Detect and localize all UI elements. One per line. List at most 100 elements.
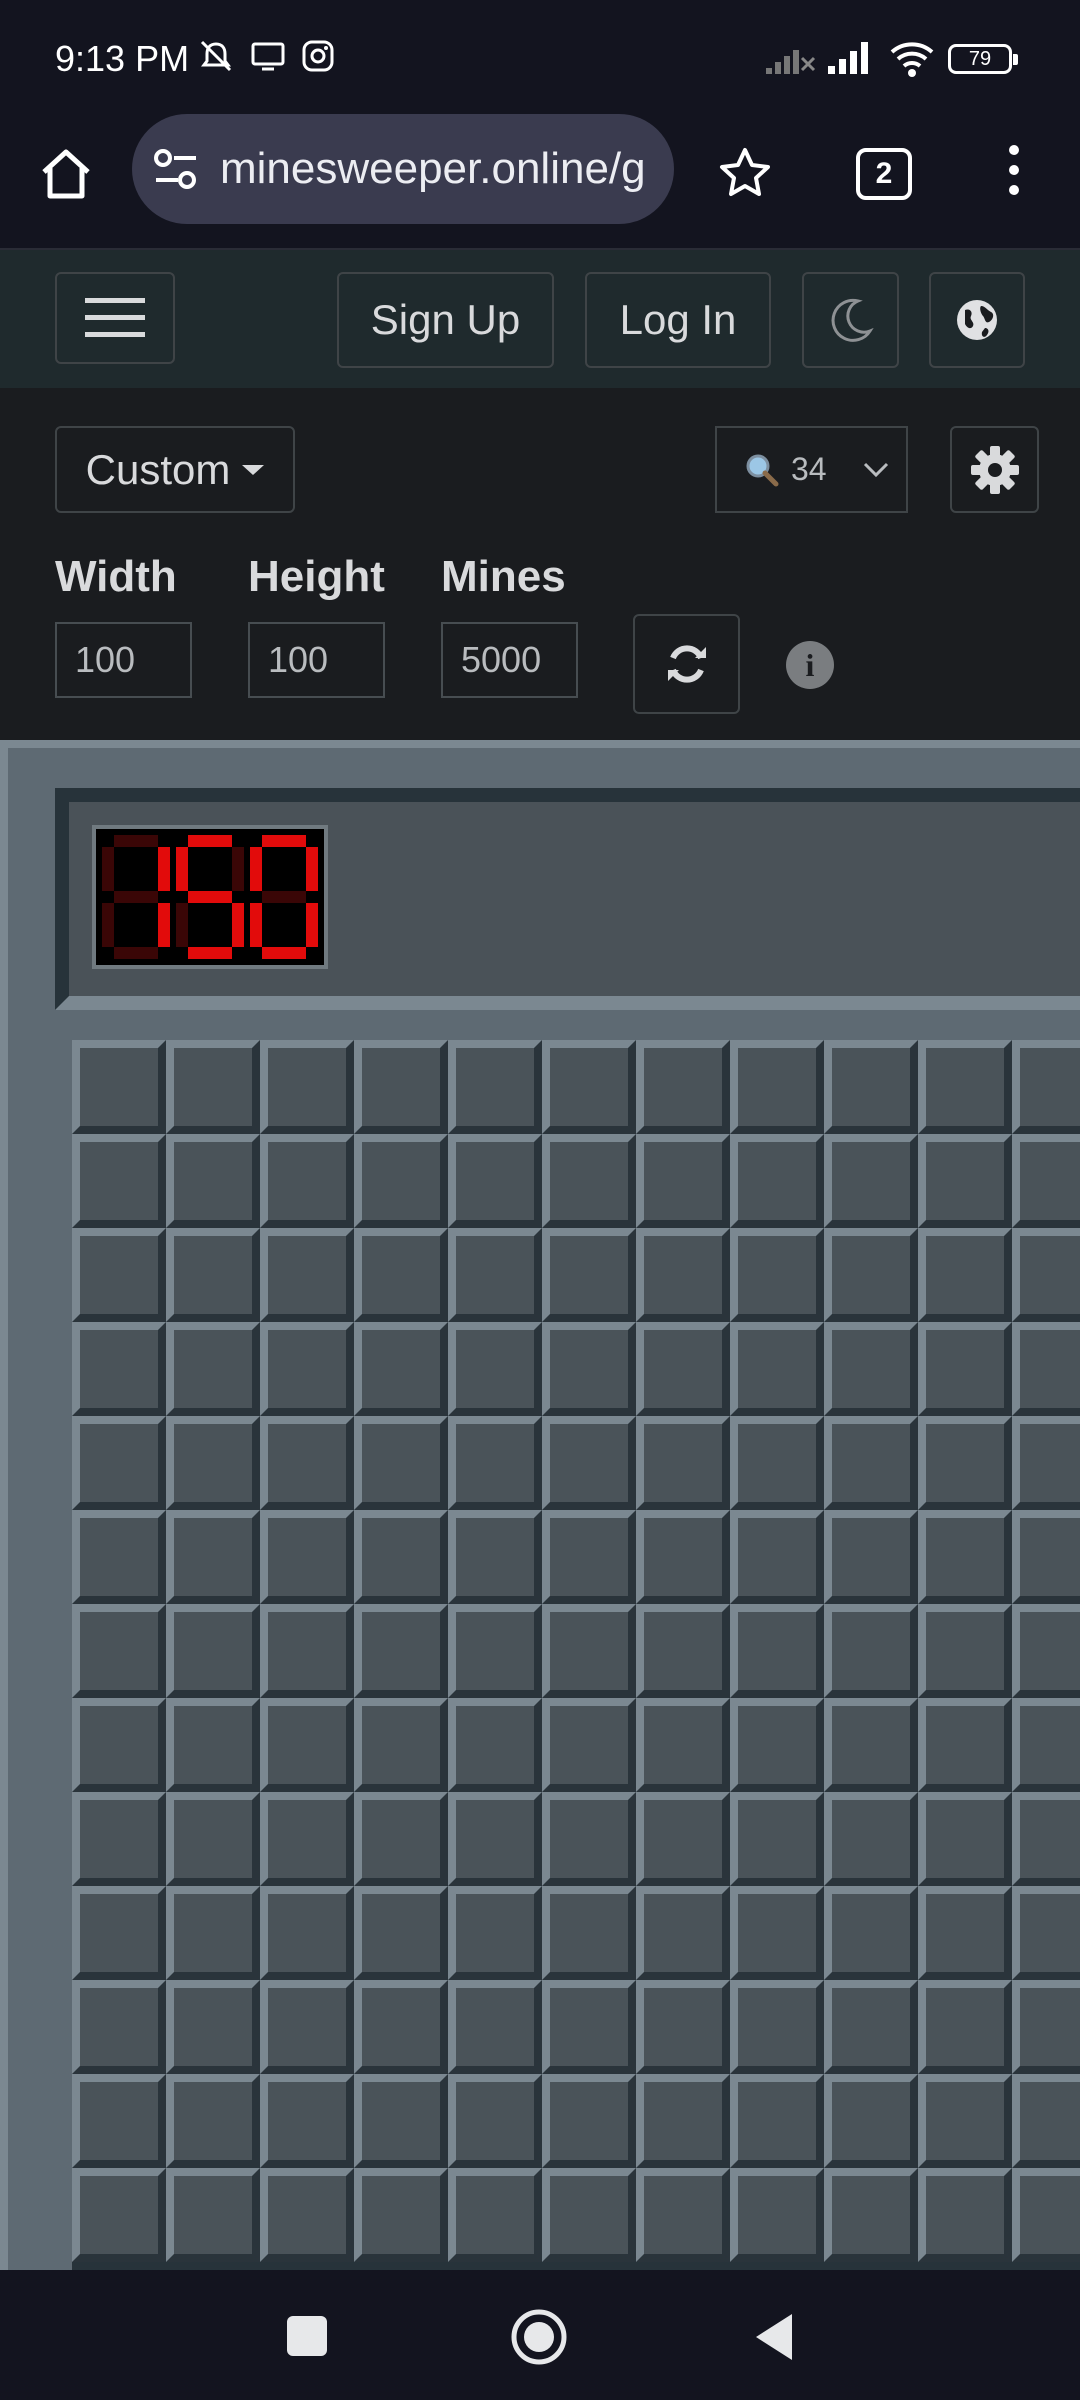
board-cell[interactable] bbox=[166, 1134, 260, 1228]
board-cell[interactable] bbox=[354, 1228, 448, 1322]
board-cell[interactable] bbox=[730, 1040, 824, 1134]
board-cell[interactable] bbox=[824, 1886, 918, 1980]
board-cell[interactable] bbox=[1012, 1322, 1080, 1416]
board-cell[interactable] bbox=[542, 1322, 636, 1416]
board-cell[interactable] bbox=[354, 1604, 448, 1698]
board-cell[interactable] bbox=[730, 1510, 824, 1604]
board-cell[interactable] bbox=[72, 2168, 166, 2262]
board-cell[interactable] bbox=[354, 1416, 448, 1510]
board-cell[interactable] bbox=[72, 1980, 166, 2074]
zoom-select[interactable]: 34 bbox=[715, 426, 908, 513]
board-cell[interactable] bbox=[260, 2074, 354, 2168]
board-cell[interactable] bbox=[72, 2074, 166, 2168]
board-cell[interactable] bbox=[730, 1698, 824, 1792]
board-cell[interactable] bbox=[72, 1040, 166, 1134]
board-cell[interactable] bbox=[448, 1134, 542, 1228]
board-cell[interactable] bbox=[260, 2168, 354, 2262]
board-cell[interactable] bbox=[636, 1416, 730, 1510]
board-cell[interactable] bbox=[918, 1228, 1012, 1322]
board-cell[interactable] bbox=[636, 1604, 730, 1698]
new-game-button[interactable] bbox=[633, 614, 740, 714]
board-cell[interactable] bbox=[72, 1322, 166, 1416]
board-cell[interactable] bbox=[260, 1604, 354, 1698]
board-cell[interactable] bbox=[1012, 1698, 1080, 1792]
board-cell[interactable] bbox=[166, 1886, 260, 1980]
board-cell[interactable] bbox=[1012, 2168, 1080, 2262]
board-cell[interactable] bbox=[636, 1322, 730, 1416]
game-board[interactable] bbox=[72, 1040, 1080, 2270]
board-cell[interactable] bbox=[730, 1322, 824, 1416]
menu-toggle-button[interactable] bbox=[55, 272, 175, 364]
board-cell[interactable] bbox=[448, 1980, 542, 2074]
board-cell[interactable] bbox=[918, 1322, 1012, 1416]
info-icon[interactable]: i bbox=[786, 641, 834, 689]
board-cell[interactable] bbox=[166, 1322, 260, 1416]
board-cell[interactable] bbox=[824, 1698, 918, 1792]
board-cell[interactable] bbox=[166, 2074, 260, 2168]
site-settings-icon[interactable] bbox=[152, 146, 200, 192]
board-cell[interactable] bbox=[448, 1228, 542, 1322]
board-cell[interactable] bbox=[260, 1040, 354, 1134]
address-bar[interactable]: minesweeper.online/g bbox=[132, 114, 674, 224]
width-input[interactable] bbox=[55, 622, 192, 698]
board-cell[interactable] bbox=[824, 1322, 918, 1416]
board-cell[interactable] bbox=[448, 1416, 542, 1510]
board-cell[interactable] bbox=[1012, 1040, 1080, 1134]
board-cell[interactable] bbox=[166, 1228, 260, 1322]
board-cell[interactable] bbox=[72, 1698, 166, 1792]
board-cell[interactable] bbox=[824, 2074, 918, 2168]
board-cell[interactable] bbox=[918, 2168, 1012, 2262]
board-cell[interactable] bbox=[166, 1416, 260, 1510]
board-cell[interactable] bbox=[542, 1698, 636, 1792]
board-cell[interactable] bbox=[824, 2168, 918, 2262]
board-cell[interactable] bbox=[448, 2168, 542, 2262]
tab-switcher-button[interactable]: 2 bbox=[856, 148, 912, 200]
board-cell[interactable] bbox=[354, 1134, 448, 1228]
board-cell[interactable] bbox=[166, 1040, 260, 1134]
board-cell[interactable] bbox=[730, 1604, 824, 1698]
board-cell[interactable] bbox=[354, 1698, 448, 1792]
board-cell[interactable] bbox=[1012, 1604, 1080, 1698]
board-cell[interactable] bbox=[542, 2074, 636, 2168]
board-cell[interactable] bbox=[918, 1698, 1012, 1792]
board-cell[interactable] bbox=[1012, 1134, 1080, 1228]
board-cell[interactable] bbox=[542, 1416, 636, 1510]
board-cell[interactable] bbox=[260, 1134, 354, 1228]
board-cell[interactable] bbox=[636, 1792, 730, 1886]
board-cell[interactable] bbox=[730, 1886, 824, 1980]
board-cell[interactable] bbox=[730, 1416, 824, 1510]
board-cell[interactable] bbox=[636, 2168, 730, 2262]
board-cell[interactable] bbox=[542, 1040, 636, 1134]
board-cell[interactable] bbox=[1012, 1886, 1080, 1980]
board-cell[interactable] bbox=[166, 1980, 260, 2074]
board-cell[interactable] bbox=[166, 2168, 260, 2262]
board-cell[interactable] bbox=[448, 1322, 542, 1416]
board-cell[interactable] bbox=[354, 2168, 448, 2262]
home-icon[interactable] bbox=[38, 148, 94, 200]
board-cell[interactable] bbox=[260, 1886, 354, 1980]
board-cell[interactable] bbox=[354, 1510, 448, 1604]
more-options-icon[interactable] bbox=[1000, 144, 1028, 196]
board-cell[interactable] bbox=[730, 1980, 824, 2074]
board-cell[interactable] bbox=[354, 1886, 448, 1980]
board-cell[interactable] bbox=[1012, 1228, 1080, 1322]
board-cell[interactable] bbox=[918, 2074, 1012, 2168]
board-cell[interactable] bbox=[166, 1792, 260, 1886]
board-cell[interactable] bbox=[72, 1886, 166, 1980]
board-cell[interactable] bbox=[636, 1886, 730, 1980]
board-cell[interactable] bbox=[918, 1510, 1012, 1604]
board-cell[interactable] bbox=[542, 1510, 636, 1604]
board-cell[interactable] bbox=[730, 1228, 824, 1322]
board-cell[interactable] bbox=[542, 1886, 636, 1980]
board-cell[interactable] bbox=[636, 1134, 730, 1228]
board-cell[interactable] bbox=[354, 2074, 448, 2168]
board-cell[interactable] bbox=[730, 1792, 824, 1886]
board-cell[interactable] bbox=[918, 1416, 1012, 1510]
board-cell[interactable] bbox=[636, 1698, 730, 1792]
board-cell[interactable] bbox=[918, 1792, 1012, 1886]
recents-button[interactable] bbox=[287, 2316, 327, 2356]
board-cell[interactable] bbox=[542, 1134, 636, 1228]
board-cell[interactable] bbox=[260, 1322, 354, 1416]
height-input[interactable] bbox=[248, 622, 385, 698]
board-cell[interactable] bbox=[1012, 1792, 1080, 1886]
